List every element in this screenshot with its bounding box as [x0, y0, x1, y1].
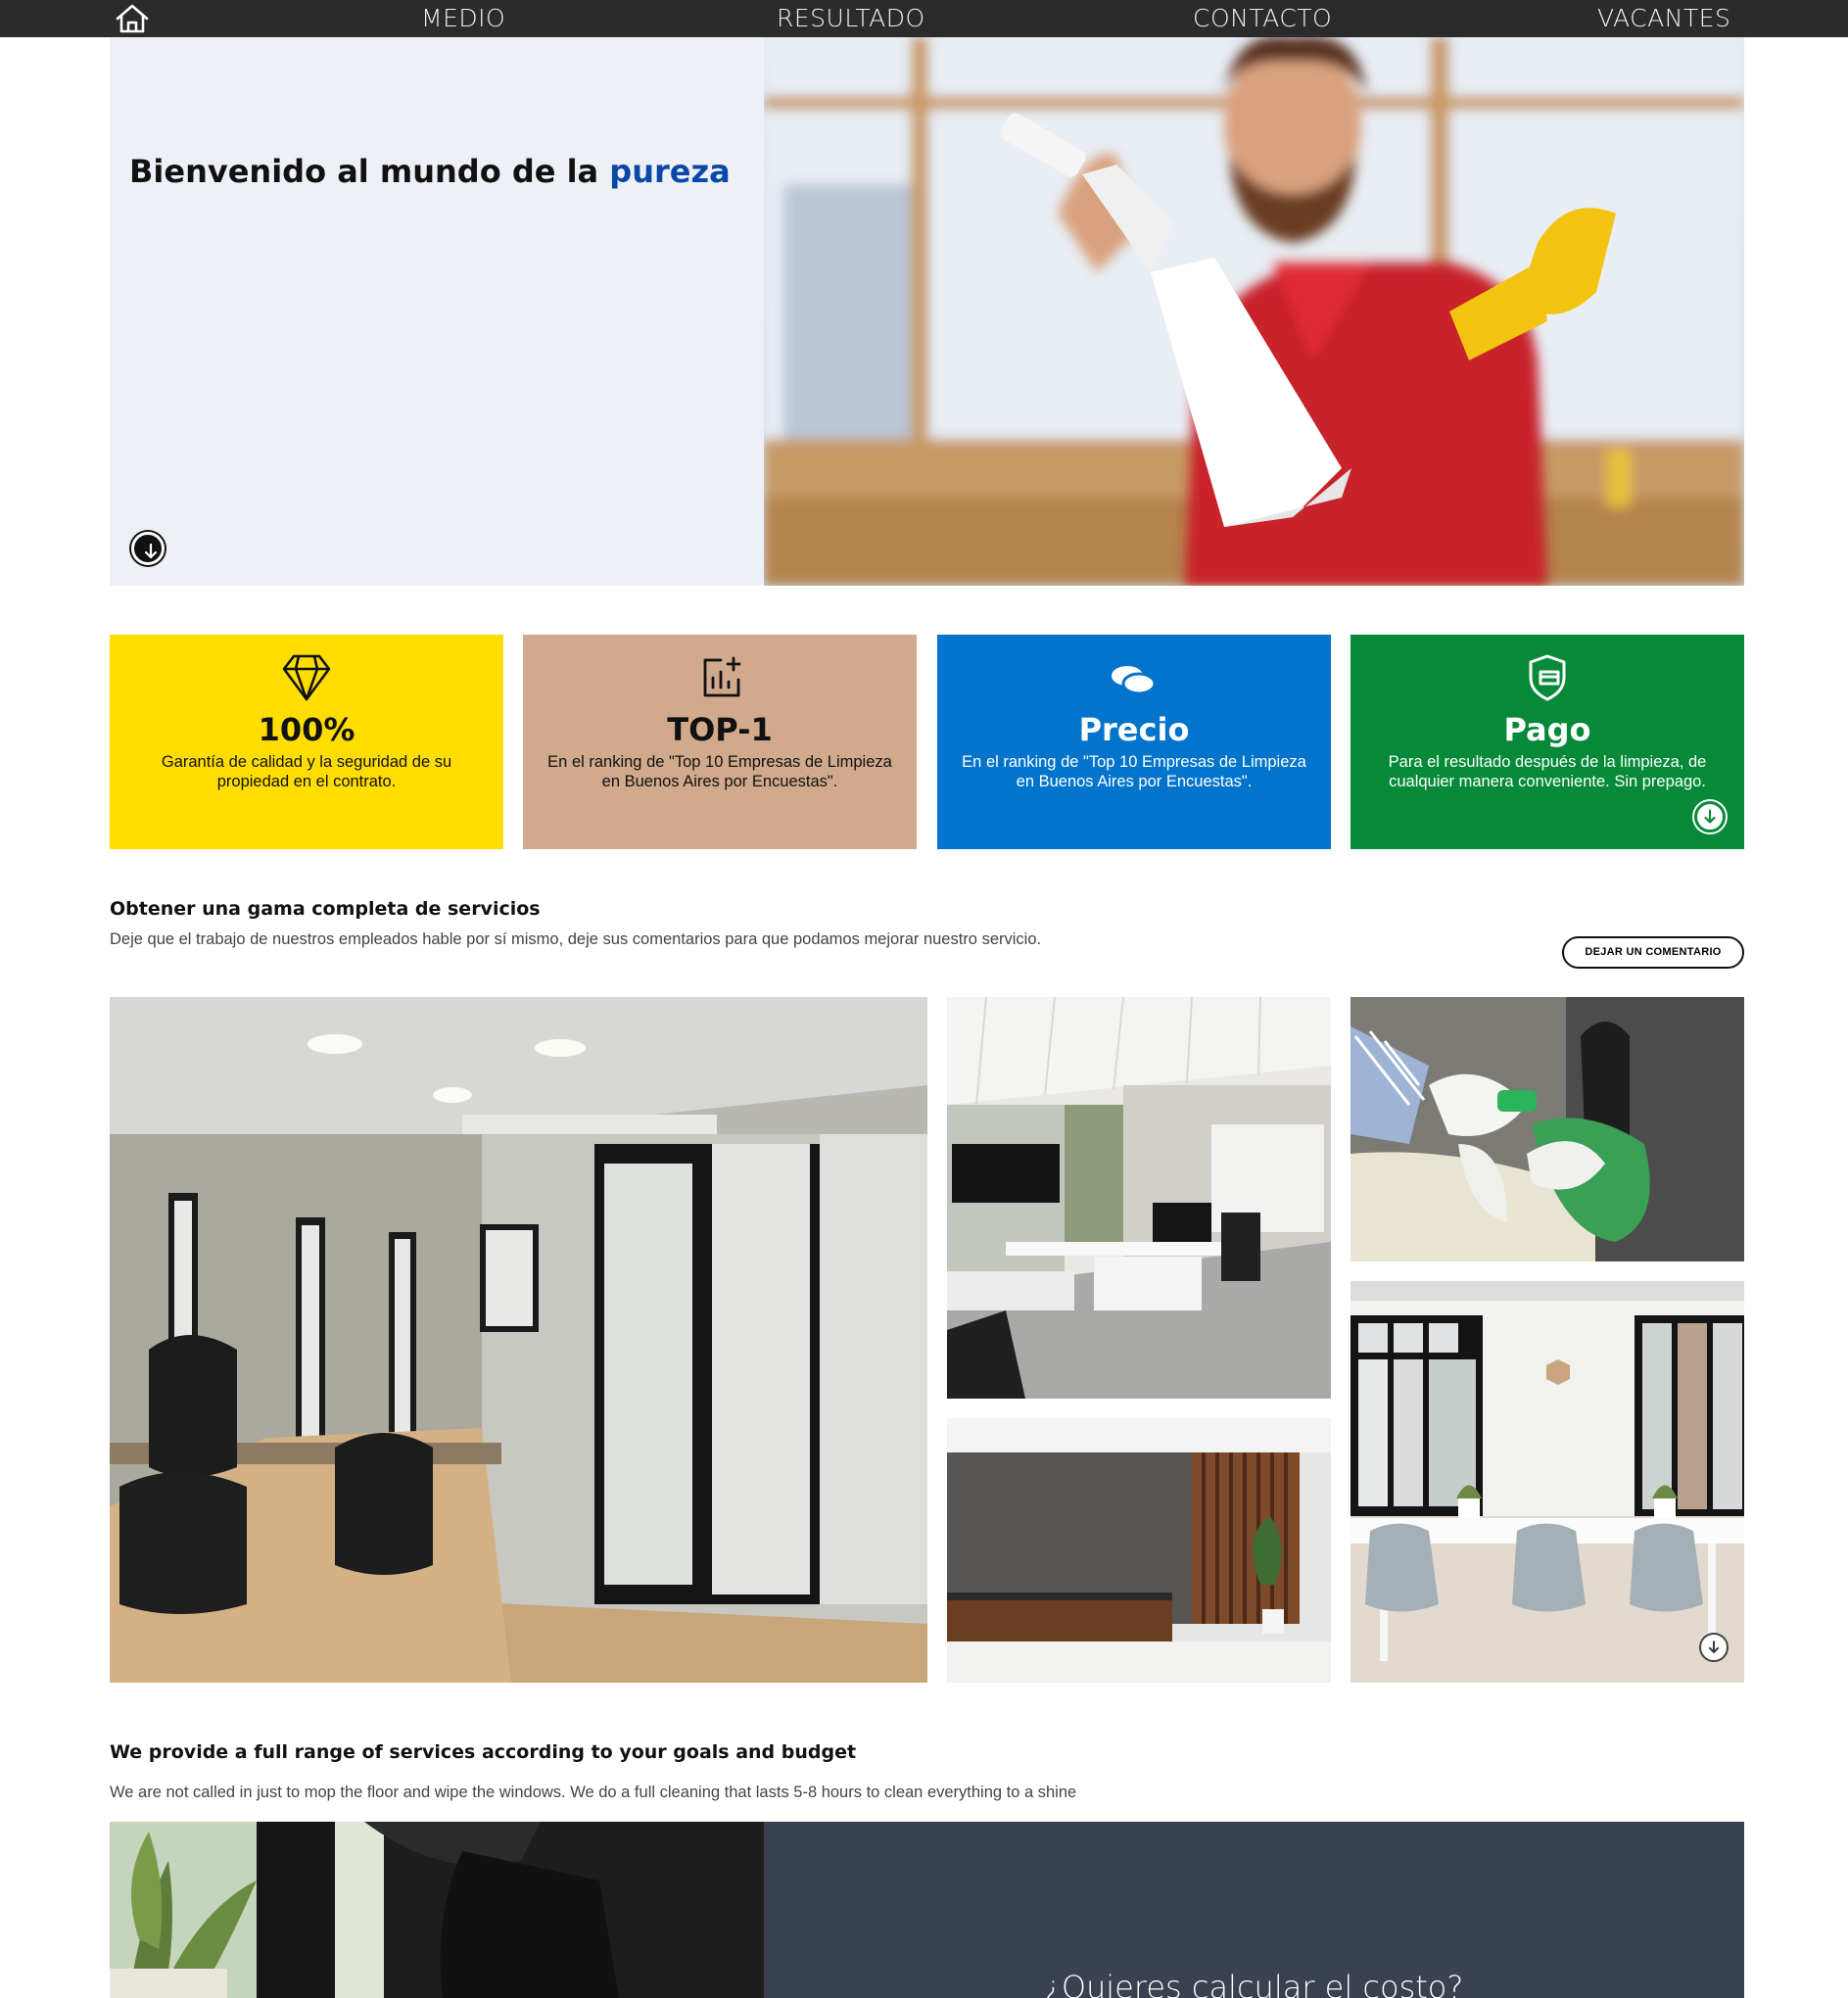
- arrow-down-circle-icon[interactable]: [1694, 801, 1726, 832]
- feature-card-payment: Pago Para el resultado después de la lim…: [1350, 635, 1744, 849]
- feature-card-ranking: TOP-1 En el ranking de "Top 10 Empresas …: [523, 635, 917, 849]
- gallery-photo-cleaning-chair[interactable]: [1350, 997, 1744, 1261]
- feature-card-guarantee: 100% Garantía de calidad y la seguridad …: [110, 635, 503, 849]
- cost-calculator-title: ¿Quieres calcular el costo?: [1044, 1969, 1464, 1998]
- gallery-photo-dining-room[interactable]: [1350, 1281, 1744, 1683]
- nav-link-contacto[interactable]: CONTACTO: [1193, 4, 1332, 32]
- gallery-photo-reception[interactable]: [947, 1418, 1331, 1683]
- arrow-down-circle-icon[interactable]: [1699, 1633, 1729, 1662]
- feature-text: En el ranking de "Top 10 Empresas de Lim…: [547, 753, 892, 790]
- gallery-photo-office-desks[interactable]: [947, 997, 1331, 1399]
- feature-text: Para el resultado después de la limpieza…: [1388, 753, 1707, 790]
- feature-text: En el ranking de "Top 10 Empresas de Lim…: [962, 753, 1306, 790]
- feature-text: Garantía de calidad y la seguridad de su…: [161, 753, 452, 790]
- coins-icon: [937, 652, 1331, 701]
- hero-title-accent: pureza: [609, 153, 731, 190]
- hero-photo-cleaner: [764, 37, 1744, 586]
- feature-title: Pago: [1503, 711, 1591, 748]
- feature-title: 100%: [258, 711, 355, 748]
- feature-title: TOP-1: [667, 711, 773, 748]
- chart-plus-icon: [523, 652, 917, 701]
- gallery-photo-meeting-room[interactable]: [110, 997, 927, 1683]
- hero-title: Bienvenido al mundo de la pureza: [129, 153, 731, 190]
- nav-link-resultado[interactable]: RESULTADO: [777, 4, 925, 32]
- diamond-icon: [110, 652, 503, 701]
- services-title: Obtener una gama completa de servicios: [110, 898, 541, 920]
- feature-title: Precio: [1078, 711, 1190, 748]
- cost-calculator-panel: ¿Quieres calcular el costo?: [764, 1822, 1744, 1998]
- cta-photo-cleaner-plant: [110, 1822, 764, 1998]
- services-text: Deje que el trabajo de nuestros empleado…: [110, 930, 1042, 948]
- home-icon[interactable]: [115, 3, 150, 34]
- hero-panel: Bienvenido al mundo de la pureza: [110, 37, 764, 586]
- nav-link-medio[interactable]: MEDIO: [421, 4, 505, 32]
- hero-title-start: Bienvenido al mundo de la: [129, 153, 610, 190]
- feature-card-price: Precio En el ranking de "Top 10 Empresas…: [937, 635, 1331, 849]
- leave-comment-button[interactable]: DEJAR UN COMENTARIO: [1562, 936, 1744, 969]
- top-navigation: MEDIO RESULTADO CONTACTO VACANTES: [0, 0, 1848, 37]
- payment-shield-icon: [1350, 652, 1744, 701]
- nav-link-vacantes[interactable]: VACANTES: [1597, 4, 1730, 32]
- arrow-down-circle-icon[interactable]: [131, 532, 165, 565]
- full-range-title: We provide a full range of services acco…: [110, 1741, 857, 1763]
- full-range-text: We are not called in just to mop the flo…: [110, 1784, 1077, 1801]
